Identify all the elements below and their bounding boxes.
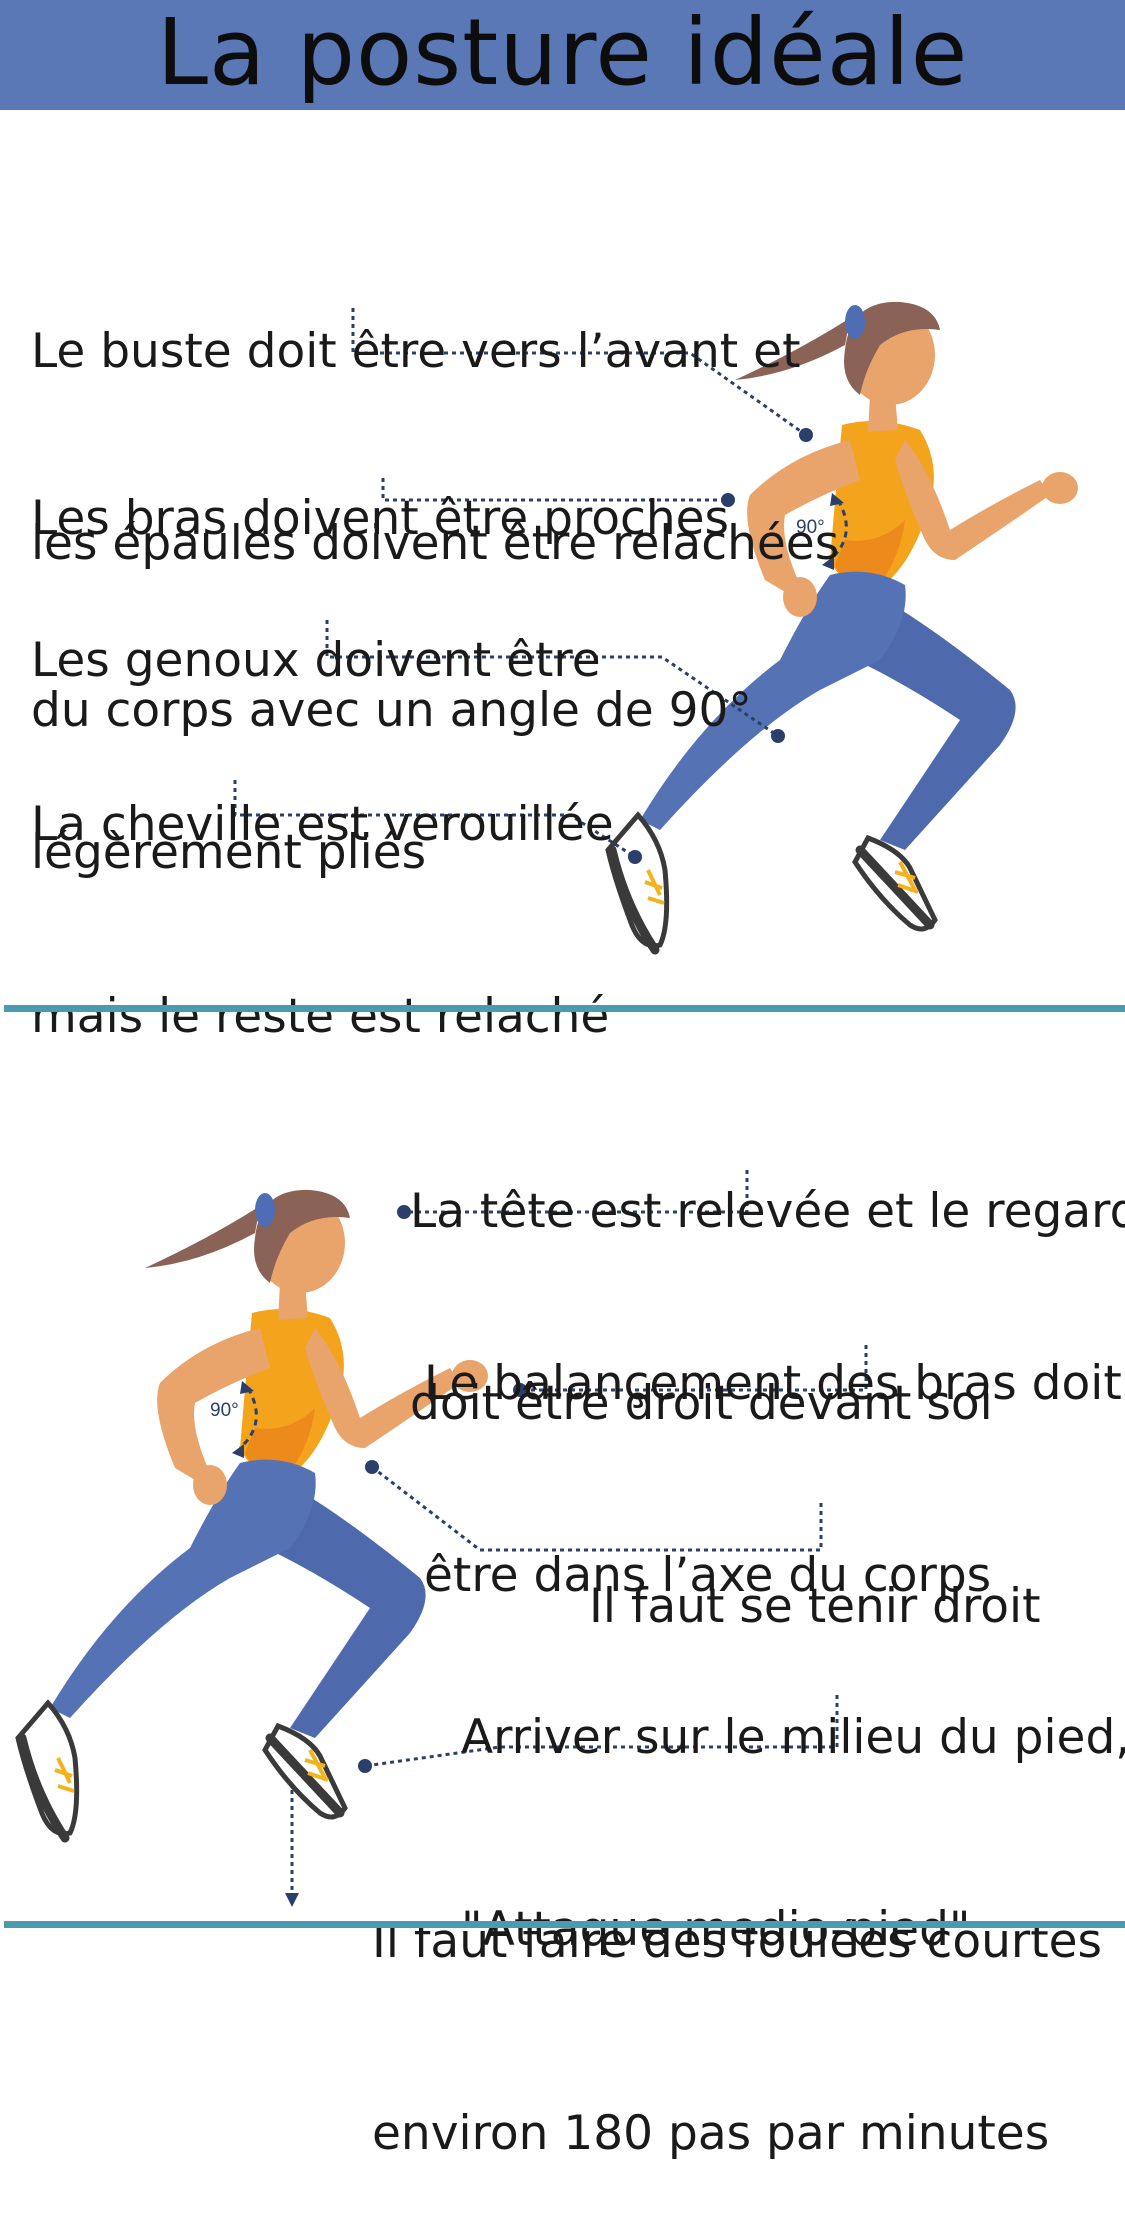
section-divider-bottom xyxy=(4,1921,1125,1928)
angle-label-bottom: 90° xyxy=(210,1400,239,1421)
section-divider-top xyxy=(4,1005,1125,1012)
tip-stride-cadence: Il faut faire des foulées courtes enviro… xyxy=(372,1914,1103,2161)
tip-ankle: La cheville est verouillée mais le reste… xyxy=(31,797,614,1044)
